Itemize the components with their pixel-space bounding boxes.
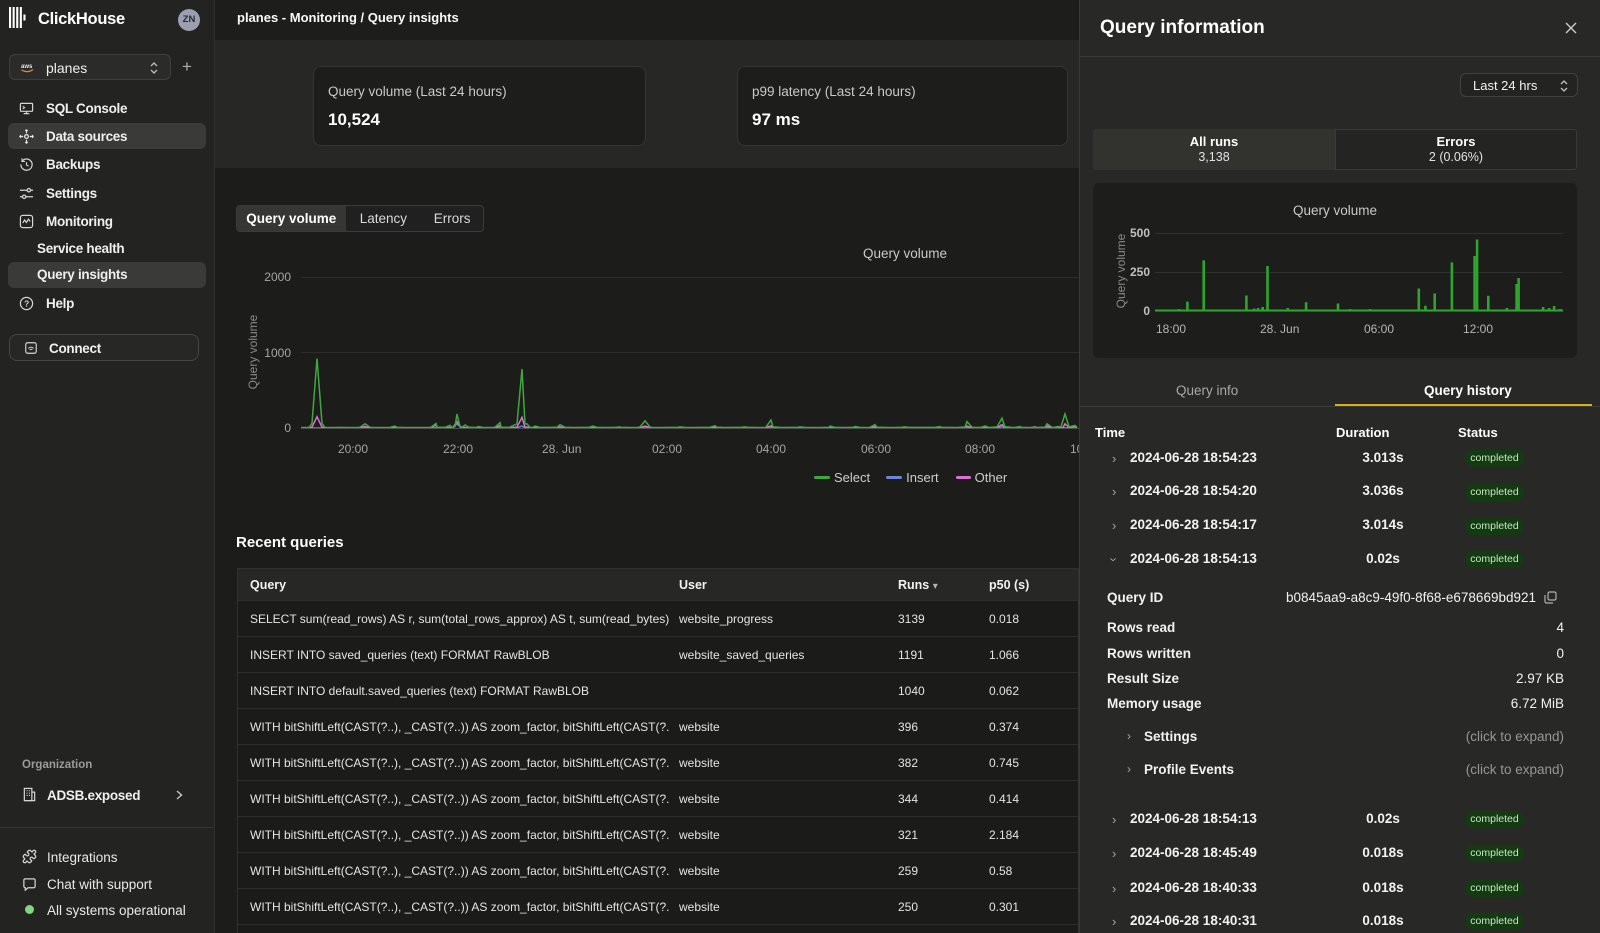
svg-text:?: ? [24,298,29,308]
svg-text:aws: aws [21,64,33,70]
